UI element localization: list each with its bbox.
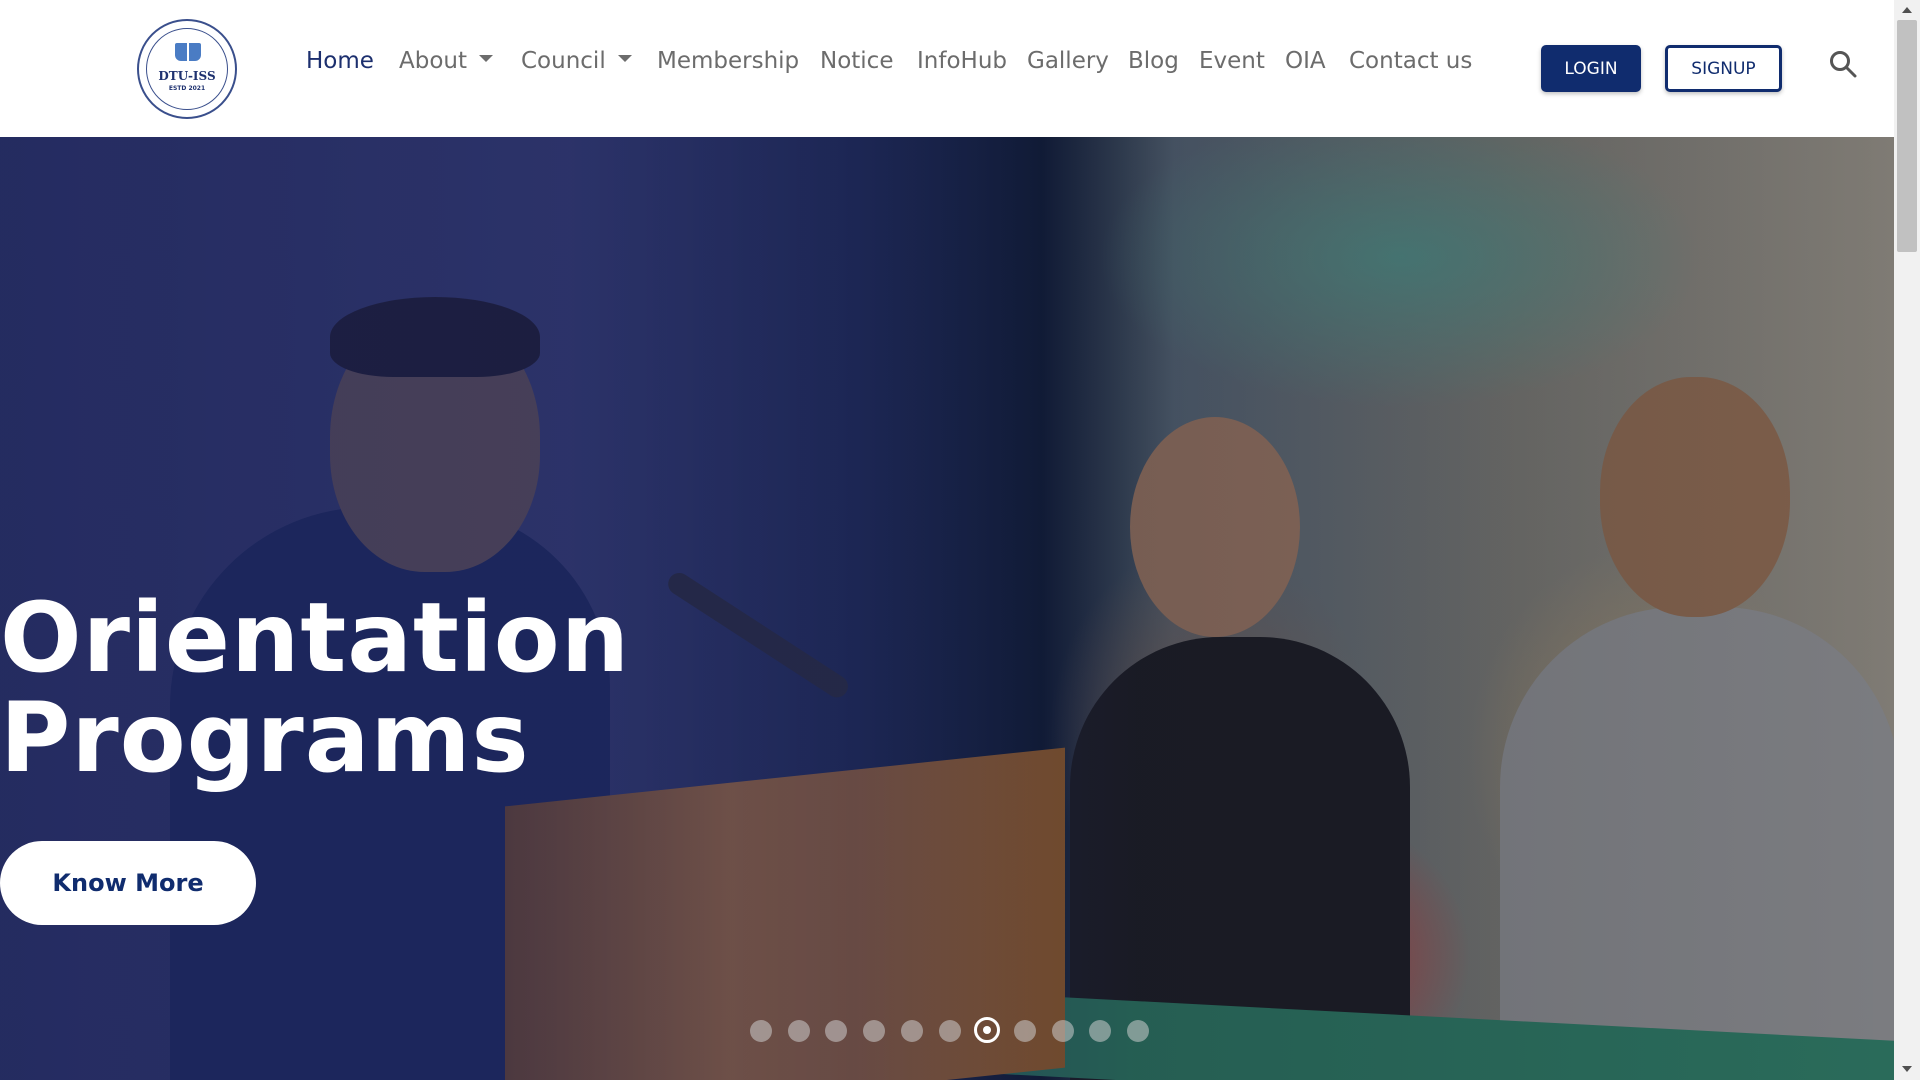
nav-event[interactable]: Event [1199,45,1265,77]
carousel-dot[interactable] [1089,1020,1112,1042]
logo-name: DTU-ISS [158,69,216,83]
nav-council[interactable]: Council [521,45,632,77]
scroll-down-arrow-icon[interactable] [1902,1066,1912,1072]
nav-oia[interactable]: OIA [1285,45,1326,77]
carousel-dot[interactable] [1013,1020,1036,1042]
hero-carousel: Orientation Programs Know More [0,137,1894,1080]
nav-council-label: Council [521,48,606,74]
search-icon[interactable] [1829,50,1857,78]
carousel-dot[interactable] [787,1020,810,1042]
hero-title-line1: Orientation [0,582,631,694]
logo-estd: ESTD 2021 [168,85,206,92]
login-button[interactable]: LOGIN [1541,45,1641,92]
site-header: DTU-ISS ESTD 2021 Home About Council Mem… [0,0,1894,137]
page-scrollbar[interactable] [1894,0,1920,1080]
nav-membership[interactable]: Membership [657,45,799,77]
know-more-button[interactable]: Know More [0,841,256,925]
carousel-dot[interactable] [1051,1020,1074,1042]
nav-contact-label: Contact us [1349,48,1473,74]
nav-gallery-label: Gallery [1027,48,1109,74]
nav-infohub[interactable]: InfoHub [917,45,1007,77]
nav-home-label: Home [306,48,374,74]
nav-about-label: About [399,48,468,74]
signup-button[interactable]: SIGNUP [1665,45,1782,92]
nav-gallery[interactable]: Gallery [1027,45,1109,77]
book-icon [175,43,201,61]
nav-oia-label: OIA [1285,48,1326,74]
nav-membership-label: Membership [657,48,800,74]
nav-blog[interactable]: Blog [1128,45,1179,77]
carousel-dot[interactable] [974,1017,1001,1043]
chevron-down-icon [617,55,632,62]
nav-notice[interactable]: Notice [820,45,893,77]
site-logo[interactable]: DTU-ISS ESTD 2021 [137,19,237,119]
carousel-dot[interactable] [863,1020,886,1042]
hero-title-line2: Programs [0,682,530,794]
carousel-dot[interactable] [900,1020,923,1042]
chevron-down-icon [479,55,494,62]
nav-blog-label: Blog [1128,48,1179,74]
carousel-dot[interactable] [1127,1020,1149,1042]
scroll-up-arrow-icon[interactable] [1902,7,1912,13]
nav-notice-label: Notice [820,48,894,74]
carousel-dot[interactable] [825,1020,848,1042]
nav-about[interactable]: About [399,45,494,77]
nav-contact-us[interactable]: Contact us [1349,45,1472,77]
carousel-dot[interactable] [938,1020,961,1042]
carousel-indicators [0,1017,1894,1043]
carousel-dot[interactable] [750,1020,772,1042]
nav-home[interactable]: Home [306,45,374,77]
scroll-thumb[interactable] [1897,20,1917,252]
nav-infohub-label: InfoHub [917,48,1008,74]
hero-title: Orientation Programs [0,588,630,788]
nav-event-label: Event [1199,48,1265,74]
